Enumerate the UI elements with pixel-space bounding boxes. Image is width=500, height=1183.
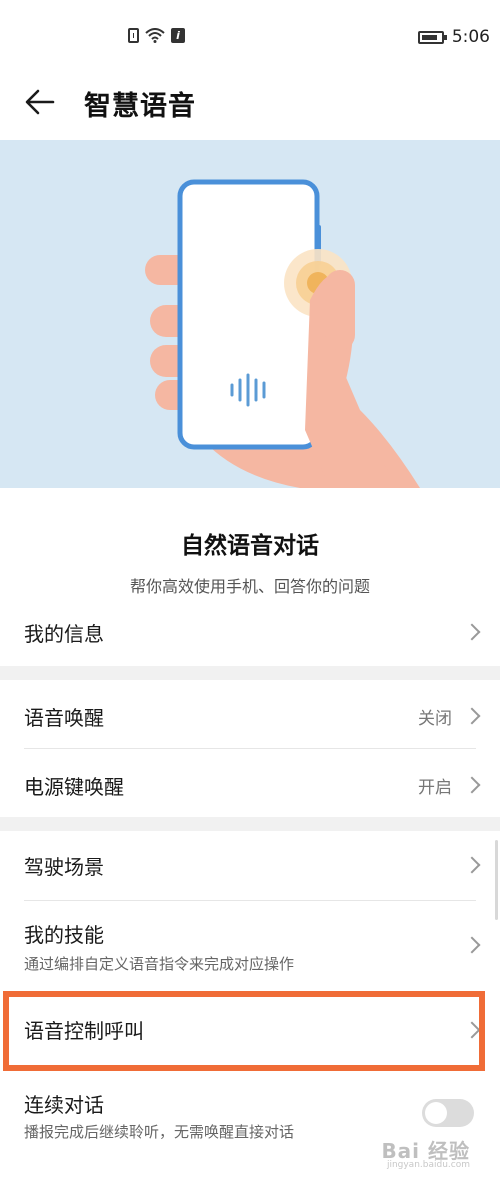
intro-title: 自然语音对话 (181, 533, 319, 559)
row-power-key-wakeup[interactable]: 电源键唤醒 开启 (0, 749, 500, 817)
row-value: 关闭 (418, 709, 452, 729)
intro-section: 自然语音对话 帮你高效使用手机、回答你的问题 (0, 488, 500, 598)
chevron-right-icon (463, 707, 481, 725)
row-my-skills[interactable]: 我的技能 通过编排自定义语音指令来完成对应操作 (0, 901, 500, 991)
title-bar: 智慧语音 (0, 70, 500, 140)
scrollbar[interactable] (495, 840, 498, 920)
back-button[interactable] (20, 82, 60, 122)
hero-illustration (0, 140, 500, 488)
status-right: 5:06 (417, 27, 490, 47)
row-voice-wakeup[interactable]: 语音唤醒 关闭 (0, 680, 500, 748)
row-driving-scene[interactable]: 驾驶场景 (0, 831, 500, 899)
chevron-right-icon (463, 856, 481, 874)
row-label: 驾驶场景 (24, 855, 104, 879)
row-label: 语音唤醒 (24, 706, 104, 730)
watermark-url: jingyan.baidu.com (386, 1160, 470, 1170)
chevron-right-icon (463, 623, 481, 641)
row-label: 电源键唤醒 (24, 775, 124, 799)
row-label: 连续对话 (24, 1093, 104, 1117)
back-arrow-icon (25, 89, 55, 115)
page-title: 智慧语音 (84, 91, 196, 122)
intro-subtitle: 帮你高效使用手机、回答你的问题 (129, 577, 370, 596)
row-my-info[interactable]: 我的信息 (0, 598, 500, 666)
battery-icon (417, 30, 447, 44)
status-icons: i (128, 28, 185, 43)
toggle-knob (425, 1102, 447, 1124)
info-icon: i (171, 28, 185, 43)
section-gap (0, 817, 500, 831)
row-value: 开启 (418, 778, 452, 798)
phone-hand-illustration (145, 179, 420, 488)
highlight-box (3, 991, 485, 1071)
chevron-right-icon (463, 936, 481, 954)
chevron-right-icon (463, 776, 481, 794)
status-bar: i 5:06 (0, 0, 500, 70)
row-description: 播报完成后继续聆听，无需唤醒直接对话 (24, 1123, 295, 1141)
row-description: 通过编排自定义语音指令来完成对应操作 (24, 955, 295, 973)
row-label: 我的技能 (24, 923, 104, 947)
sim-icon (128, 28, 139, 43)
row-label: 我的信息 (24, 622, 104, 646)
section-gap (0, 666, 500, 680)
wifi-icon (145, 28, 165, 43)
status-time: 5:06 (451, 27, 490, 47)
continuous-dialog-toggle[interactable] (422, 1099, 474, 1127)
